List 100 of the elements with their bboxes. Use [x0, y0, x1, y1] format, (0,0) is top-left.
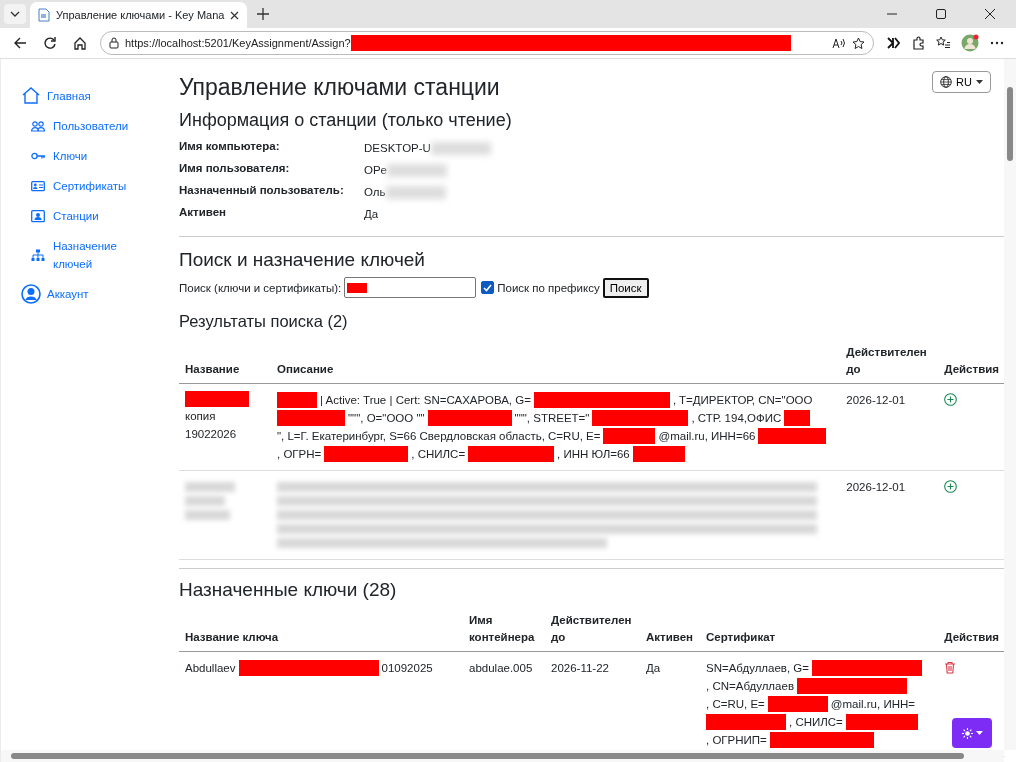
blurred-text [185, 510, 230, 520]
field-value: OPe [364, 164, 387, 176]
cell-text: """, STREET=" [514, 411, 590, 426]
redaction-mark [784, 410, 811, 426]
column-header: Действителен до [545, 607, 640, 652]
add-button[interactable] [944, 480, 958, 493]
cell-text: , ОГРНИП= [706, 733, 767, 748]
prefix-checkbox[interactable] [481, 281, 495, 294]
sidebar-link[interactable]: Аккаунт [21, 279, 171, 309]
language-dropdown[interactable]: RU [932, 71, 991, 93]
column-header: Название [179, 339, 271, 384]
cell-text: , C=RU, E= [706, 697, 765, 712]
tab-title: Управление ключами - Key Mana [56, 9, 225, 21]
page-title: Управление ключами станции [179, 74, 500, 101]
cell-text: , СНИЛС= [411, 447, 466, 462]
sidebar-link[interactable]: Сертификаты [21, 171, 171, 201]
cell-text: , СТР. 194,ОФИС [691, 411, 782, 426]
sidebar-link[interactable]: Пользователи [21, 111, 171, 141]
delete-button[interactable] [944, 661, 957, 674]
table-cell: 2026-12-01 [840, 383, 939, 471]
star-icon [852, 36, 865, 50]
blurred-text [185, 482, 235, 492]
caret-icon [10, 11, 20, 17]
column-header: Имя контейнера [463, 607, 545, 652]
avatar-icon [961, 34, 979, 52]
caret-icon [975, 731, 983, 735]
column-header: Активен [640, 607, 700, 652]
plus-icon [257, 8, 270, 20]
redaction-mark [767, 696, 828, 712]
puzzle-icon [911, 36, 925, 50]
redaction-mark [185, 391, 249, 407]
home-icon [73, 36, 87, 50]
field-label: Назначенный пользователь: [179, 184, 345, 198]
section-heading: Поиск и назначение ключей [179, 249, 425, 271]
cell-text: Abdullaev [185, 661, 236, 676]
cell-text: @mail.ru, ИНН= [830, 697, 915, 712]
address-bar[interactable]: https://localhost:5201/KeyAssignment/Assign? [100, 31, 874, 55]
globe-icon [940, 76, 953, 88]
sun-icon [961, 727, 973, 739]
field-value: Оль [364, 186, 386, 198]
read-aloud-icon [832, 37, 846, 49]
caret-icon [976, 80, 983, 84]
sidebar-link[interactable]: Ключи [21, 141, 171, 171]
redaction-mark [632, 446, 685, 462]
tab-list-button[interactable] [4, 4, 26, 24]
search-button[interactable]: Поиск [602, 277, 649, 298]
redaction-mark [277, 392, 317, 408]
browser-tab[interactable]: Управление ключами - Key Mana [30, 2, 248, 28]
column-header: Действителен до [840, 339, 939, 384]
cell-text: """, O="ООО "" [348, 411, 425, 426]
search-field[interactable] [344, 277, 477, 298]
sidebar-link[interactable]: Станции [21, 201, 171, 231]
page-icon [38, 8, 50, 22]
add-button[interactable] [944, 393, 958, 406]
horizontal-scrollbar[interactable] [1, 750, 1004, 762]
cell-text: , СНИЛС= [789, 715, 843, 730]
field-label: Имя компьютера: [179, 140, 281, 154]
field-label: Имя пользователя: [179, 162, 291, 176]
arrow-left-icon [13, 36, 27, 50]
extension-icon [886, 36, 900, 50]
cell-text: 01092025 [381, 661, 433, 676]
vertical-scrollbar[interactable] [1004, 59, 1016, 750]
field-label: Активен [179, 206, 228, 220]
lock-icon [109, 37, 119, 49]
cell-text: , ИНН ЮЛ=66 [557, 447, 630, 462]
checkmark-icon [483, 283, 493, 292]
cell-text: копия 19022026 [185, 409, 238, 442]
checkbox-label: Поиск по префиксу [497, 281, 600, 294]
sidebar-link[interactable]: Назначение ключей [21, 231, 171, 279]
plus-circle-icon [944, 393, 958, 406]
cell-text: @mail.ru, ИНН=66 [658, 429, 756, 444]
search-label: Поиск (ключи и сертификаты): [179, 281, 342, 294]
cell-text: , T=ДИРЕКТОР, CN="ООО [672, 393, 813, 408]
field-value: Да [364, 208, 379, 220]
maximize-icon [935, 9, 946, 19]
id-card-icon [31, 179, 45, 193]
redaction-mark [758, 428, 827, 444]
cell-text: , ОГРН= [277, 447, 322, 462]
close-icon [230, 10, 240, 20]
cell-text: , CN=Абдуллаев [706, 679, 794, 694]
field-value: DESKTOP-U [364, 142, 431, 154]
close-icon [984, 9, 995, 19]
plus-circle-icon [944, 480, 958, 493]
cell-text: SN=Абдуллаев, G= [706, 661, 809, 676]
close-tab-button[interactable] [230, 10, 240, 20]
cell-text: ", L=Г. Екатеринбург, S=66 Свердловская область, C=RU, E= [277, 429, 601, 444]
url-text: https://localhost:5201/KeyAssignment/Assign? [125, 37, 351, 49]
person-screen-icon [31, 209, 45, 223]
trash-icon [944, 661, 957, 674]
section-heading: Назначенные ключи (28) [179, 579, 397, 601]
blurred-text [185, 496, 225, 506]
column-header: Название ключа [179, 607, 463, 652]
sidebar-link[interactable]: Главная [21, 81, 171, 111]
redaction-mark [603, 428, 656, 444]
theme-toggle-button[interactable] [952, 718, 992, 748]
redaction-mark [277, 410, 345, 426]
reload-icon [43, 36, 57, 50]
hierarchy-icon [31, 248, 45, 262]
table-cell: 2026-12-01 [840, 470, 939, 560]
favorites-icon [936, 36, 950, 50]
